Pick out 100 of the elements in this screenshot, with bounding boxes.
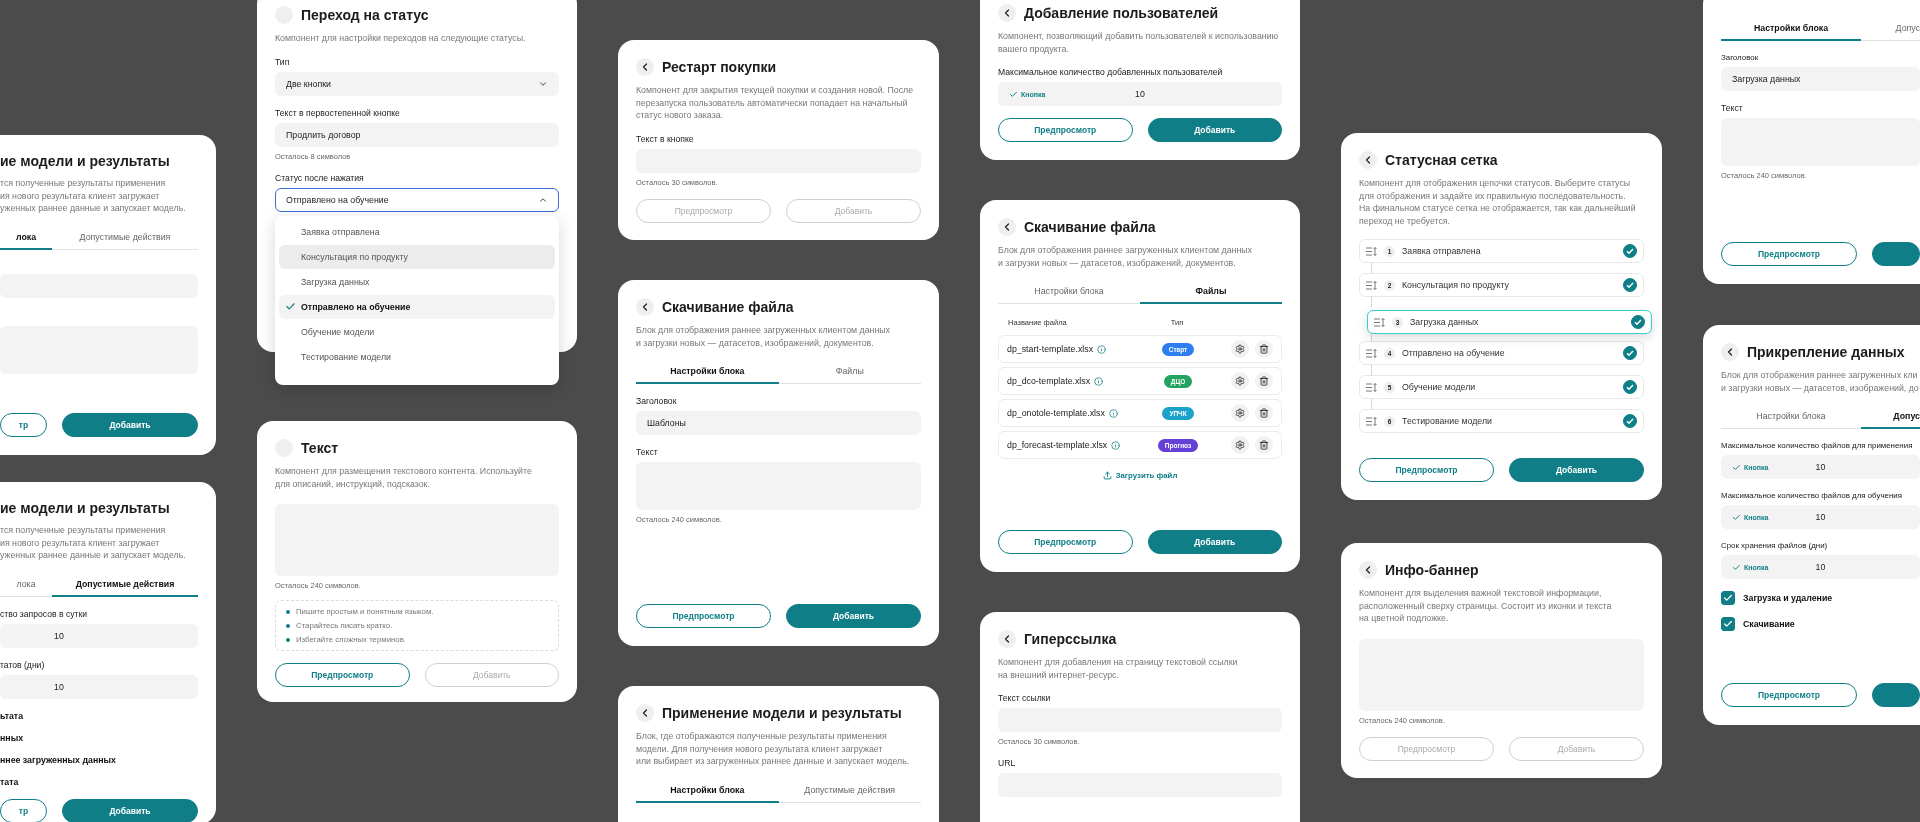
primary-button[interactable]: Добавить (1509, 458, 1644, 482)
drag-handle-icon[interactable] (1366, 246, 1377, 256)
field-value: 10 (53, 630, 65, 641)
select-field[interactable]: Отправлено на обучение (275, 187, 559, 212)
back-button[interactable] (1359, 561, 1377, 579)
card-title: ие модели и результаты (0, 500, 170, 516)
primary-button[interactable]: Добавить (1147, 530, 1282, 554)
check-circle-icon[interactable] (1623, 346, 1637, 360)
outline-button[interactable]: тр (0, 413, 47, 437)
check-icon (1723, 619, 1733, 629)
settings-button[interactable] (1231, 372, 1249, 390)
drag-handle-icon[interactable] (1366, 382, 1377, 392)
tab[interactable]: Допустимые действия (778, 781, 921, 803)
check-circle-icon[interactable] (1623, 244, 1637, 258)
info-icon[interactable] (1097, 344, 1107, 354)
primary-button[interactable] (1872, 683, 1920, 707)
outline-button[interactable]: Предпросмотр (636, 604, 771, 628)
back-button[interactable] (1721, 343, 1739, 361)
check-circle-icon[interactable] (1631, 315, 1645, 329)
check-circle-icon[interactable] (1623, 414, 1637, 428)
delete-button[interactable] (1255, 340, 1273, 358)
tab[interactable]: Настройки блока (998, 283, 1140, 304)
field-value: Шаблоны (647, 418, 687, 428)
tab[interactable]: Настройки блока (636, 781, 779, 803)
field-value: Продлить договор (286, 129, 362, 140)
tab[interactable]: Настройки блока (636, 363, 779, 384)
dropdown-option[interactable]: Отправлено на обучение (279, 294, 555, 319)
outline-button[interactable]: Предпросмотр (998, 530, 1133, 554)
gear-icon (1235, 344, 1245, 354)
dropdown-option[interactable]: Консультация по продукту (279, 244, 555, 269)
upload-icon (1102, 471, 1112, 480)
tab[interactable]: лока (0, 228, 52, 250)
tab[interactable]: Допус (1861, 408, 1920, 429)
primary-button[interactable] (1872, 242, 1920, 266)
info-icon[interactable] (1108, 408, 1118, 418)
primary-button[interactable]: Добавить (62, 798, 198, 822)
delete-button[interactable] (1255, 404, 1273, 422)
check-circle-icon[interactable] (1623, 278, 1637, 292)
tab[interactable]: Файлы (1140, 283, 1282, 304)
input-field[interactable]: 10 (0, 674, 198, 699)
input-field[interactable]: Шаблоны (636, 411, 921, 435)
card-description: Компонент для размещения текстового контента. Используйте для описаний, инструкций, подсказок. (275, 465, 533, 490)
gear-icon (1235, 440, 1245, 450)
input-field[interactable]: 10 (0, 623, 198, 648)
gear-icon (1235, 376, 1245, 386)
tab[interactable]: лока (0, 575, 52, 597)
outline-button[interactable]: Предпросмотр (1721, 683, 1857, 707)
back-button[interactable] (998, 218, 1016, 236)
primary-button[interactable]: Добавить (62, 413, 198, 437)
card-title: Скачивание файла (1024, 219, 1156, 235)
primary-button[interactable]: Добавить (1147, 118, 1282, 142)
tab[interactable]: Допустимые действия (52, 228, 198, 250)
settings-button[interactable] (1231, 436, 1249, 454)
select-field[interactable]: Две кнопки (275, 71, 559, 96)
check-circle-icon[interactable] (1623, 380, 1637, 394)
tab[interactable]: Настройки блока (1721, 20, 1861, 41)
checkbox[interactable] (1721, 591, 1735, 605)
settings-button[interactable] (1231, 404, 1249, 422)
back-button[interactable] (998, 4, 1016, 22)
card-title: Прикрепление данных (1747, 344, 1905, 360)
tab[interactable]: Допус (1861, 20, 1920, 41)
tab[interactable]: Допустимые действия (52, 575, 198, 597)
back-button[interactable] (1359, 151, 1377, 169)
option-label: тата (0, 776, 20, 787)
back-button[interactable] (636, 58, 654, 76)
card-description: Компонент для добавления на страницу текстовой ссылки на внешний интернет-ресурс. (998, 656, 1239, 681)
check-icon (1009, 89, 1018, 99)
card-title: Добавление пользователей (1024, 5, 1219, 21)
field-value: 10 (1134, 89, 1146, 99)
outline-button[interactable]: тр (0, 798, 47, 822)
delete-button[interactable] (1255, 372, 1273, 390)
option-label: ннее загруженных данных (0, 754, 117, 765)
option-label: ьтата (0, 710, 25, 721)
outline-button[interactable]: Предпросмотр (275, 663, 410, 687)
info-icon[interactable] (1094, 376, 1104, 386)
delete-button[interactable] (1255, 436, 1273, 454)
check-icon (1732, 512, 1741, 522)
input-field[interactable]: Продлить договор (275, 122, 559, 147)
card-title: Рестарт покупки (662, 59, 776, 75)
card-title: Переход на статус (301, 7, 429, 23)
back-button[interactable] (636, 298, 654, 316)
drag-handle-icon[interactable] (1366, 280, 1377, 290)
outline-button[interactable]: Предпросмотр (998, 118, 1133, 142)
back-button[interactable] (636, 704, 654, 722)
input-field[interactable]: Загрузка данных (1721, 67, 1920, 91)
back-button[interactable] (998, 630, 1016, 648)
trash-icon (1259, 440, 1269, 450)
drag-handle-icon[interactable] (1366, 416, 1377, 426)
drag-handle-icon[interactable] (1374, 317, 1385, 327)
tab[interactable]: Настройки блока (1721, 408, 1861, 429)
check-icon (1732, 462, 1741, 472)
tab[interactable]: Файлы (778, 363, 921, 384)
settings-button[interactable] (1231, 340, 1249, 358)
outline-button[interactable]: Предпросмотр (1721, 242, 1857, 266)
drag-handle-icon[interactable] (1366, 348, 1377, 358)
info-icon[interactable] (1111, 440, 1121, 450)
primary-button[interactable]: Добавить (786, 604, 921, 628)
outline-button[interactable]: Предпросмотр (1359, 458, 1494, 482)
field-value: Загрузка данных (1732, 74, 1802, 84)
checkbox[interactable] (1721, 617, 1735, 631)
